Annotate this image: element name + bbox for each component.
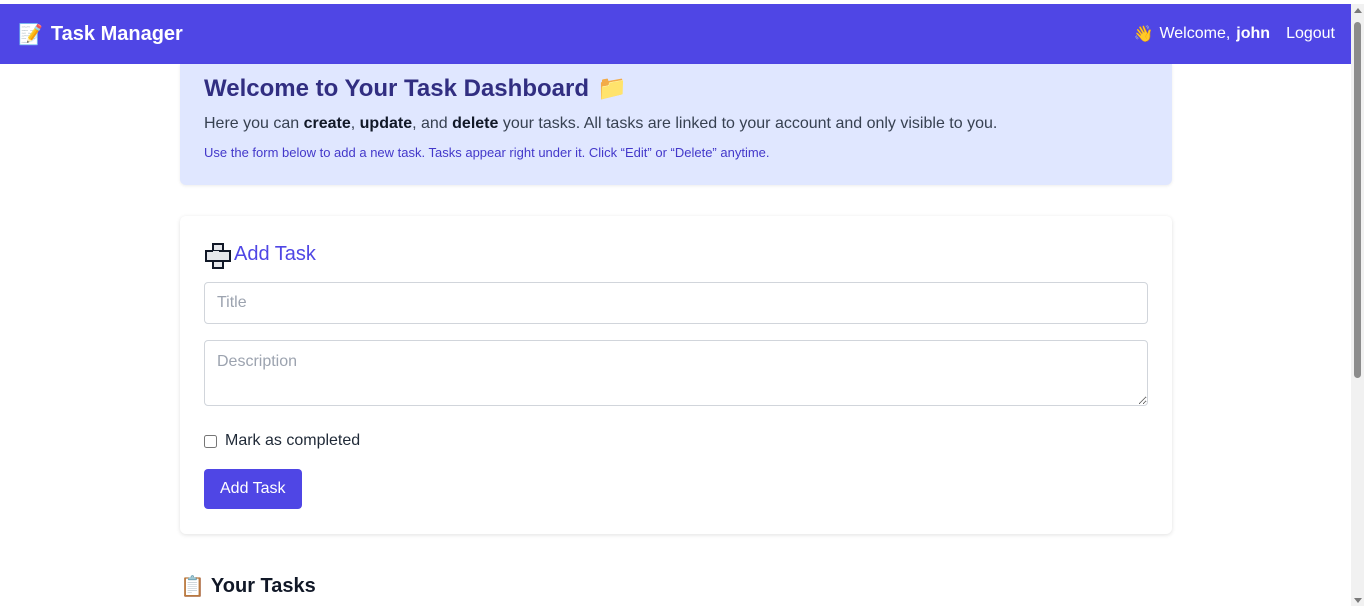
lead-text: , and — [412, 115, 453, 132]
folder-icon: 📁 — [596, 75, 627, 102]
lead-delete: delete — [452, 115, 499, 132]
welcome-prefix: Welcome, — [1159, 25, 1231, 42]
dashboard-description: Here you can create, update, and delete … — [204, 115, 1148, 133]
scrollbar-thumb[interactable] — [1354, 22, 1361, 378]
main-container: Welcome to Your Task Dashboard 📁 Here yo… — [180, 64, 1172, 599]
scroll-down-arrow-icon[interactable] — [1354, 598, 1362, 603]
welcome-message: 👋 Welcome, john — [1134, 24, 1271, 44]
dashboard-title-text: Welcome to Your Task Dashboard — [204, 74, 589, 102]
completed-checkbox[interactable] — [204, 434, 217, 448]
task-title-input[interactable] — [204, 282, 1148, 324]
lead-text: , — [350, 115, 360, 132]
welcome-banner: Welcome to Your Task Dashboard 📁 Here yo… — [180, 64, 1172, 185]
lead-create: create — [303, 115, 351, 132]
lead-text: Here you can — [204, 115, 304, 132]
lead-text: your tasks. All tasks are linked to your… — [498, 115, 998, 132]
plus-icon — [204, 242, 231, 269]
your-tasks-heading-text: Your Tasks — [210, 575, 316, 597]
add-task-heading: Add Task — [204, 242, 1148, 269]
navbar: 📝 Task Manager 👋 Welcome, john Logout — [0, 4, 1351, 64]
completed-checkbox-row[interactable]: Mark as completed — [204, 432, 1148, 450]
completed-checkbox-label: Mark as completed — [225, 432, 361, 449]
username: john — [1236, 25, 1271, 42]
add-task-button[interactable]: Add Task — [204, 469, 302, 509]
waving-hand-icon: 👋 — [1133, 26, 1154, 43]
your-tasks-heading: 📋 Your Tasks — [180, 574, 1172, 599]
dashboard-hint: Use the form below to add a new task. Ta… — [204, 145, 770, 160]
logout-link[interactable]: Logout — [1286, 25, 1335, 43]
task-description-input[interactable] — [204, 340, 1148, 406]
dashboard-title: Welcome to Your Task Dashboard 📁 — [204, 74, 1148, 103]
lead-update: update — [359, 115, 413, 132]
nav-right: 👋 Welcome, john Logout — [1134, 24, 1335, 44]
add-task-heading-text: Add Task — [234, 242, 316, 265]
add-task-card: Add Task Mark as completed Add Task — [180, 216, 1172, 534]
brand-title: Task Manager — [50, 22, 183, 45]
page-scrollbar[interactable] — [1351, 4, 1364, 606]
memo-icon: 📝 — [18, 23, 43, 46]
brand[interactable]: 📝 Task Manager — [18, 22, 183, 47]
scroll-up-arrow-icon[interactable] — [1354, 8, 1362, 13]
clipboard-icon: 📋 — [180, 576, 205, 598]
